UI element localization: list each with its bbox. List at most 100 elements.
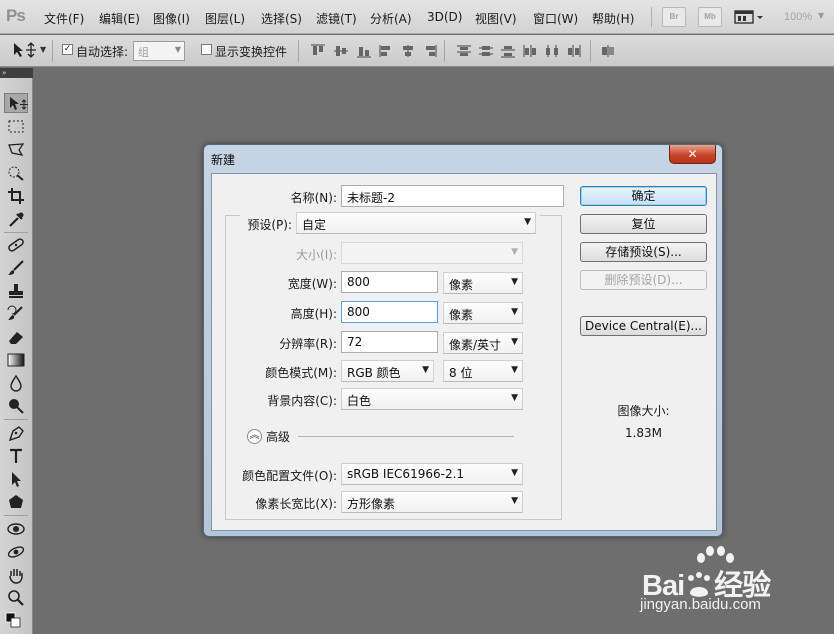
image-size-label: 图像大小:	[617, 404, 670, 418]
advanced-label[interactable]: 高级	[266, 428, 290, 445]
bridge-button[interactable]: Br	[662, 7, 686, 27]
device-central-button[interactable]: Device Central(E)...	[580, 316, 707, 336]
show-transform-label: 显示变换控件	[215, 45, 288, 59]
show-transform-checkbox[interactable]	[201, 44, 212, 55]
baidu-jingyan-watermark: Bai 经验 jingyan.baidu.com	[640, 544, 830, 630]
dialog-title: 新建	[211, 153, 236, 167]
zoom-tool-icon[interactable]	[4, 588, 28, 608]
menu-view[interactable]: 视图(V)	[475, 10, 517, 27]
color-swatches-icon[interactable]	[4, 611, 28, 631]
tools-panel-collapse-icon[interactable]: »	[0, 68, 33, 78]
menu-analysis[interactable]: 分析(A)	[370, 10, 412, 27]
size-label: 大小(I):	[296, 248, 337, 262]
type-tool-icon[interactable]	[4, 446, 28, 466]
tools-panel: »	[0, 68, 33, 634]
screen-mode-icon[interactable]	[734, 9, 764, 25]
resolution-unit-select[interactable]: 像素/英寸 ▼	[443, 332, 523, 354]
auto-select-checkbox[interactable]: ✓	[62, 44, 73, 55]
chevron-up-icon[interactable]: ︽	[247, 429, 262, 444]
width-input[interactable]: 800	[341, 271, 438, 293]
bit-depth-select[interactable]: 8 位 ▼	[443, 360, 523, 382]
healing-brush-tool-icon[interactable]	[4, 235, 28, 255]
color-mode-select[interactable]: RGB 颜色 ▼	[341, 360, 434, 382]
lasso-tool-icon[interactable]	[4, 140, 28, 160]
align-left-icon[interactable]	[378, 44, 394, 58]
preset-value: 自定	[302, 218, 327, 232]
menu-filter[interactable]: 滤镜(T)	[316, 10, 357, 27]
chevron-down-icon[interactable]: ▼	[818, 11, 824, 20]
save-preset-button[interactable]: 存储预设(S)...	[580, 242, 707, 262]
color-mode-value: RGB 颜色	[347, 366, 401, 380]
image-size-value: 1.83M	[624, 426, 663, 440]
width-unit-select[interactable]: 像素 ▼	[443, 272, 523, 294]
distribute-bottom-icon[interactable]	[500, 44, 516, 58]
height-input[interactable]: 800	[341, 301, 438, 323]
path-selection-tool-icon[interactable]	[4, 469, 28, 489]
menu-image[interactable]: 图像(I)	[153, 10, 190, 27]
menu-edit[interactable]: 编辑(E)	[99, 10, 140, 27]
distribute-left-icon[interactable]	[522, 44, 538, 58]
mini-bridge-button[interactable]: Mb	[698, 7, 722, 27]
pen-tool-icon[interactable]	[4, 423, 28, 443]
menu-window[interactable]: 窗口(W)	[533, 10, 578, 27]
crop-tool-icon[interactable]	[4, 186, 28, 206]
close-button[interactable]: ✕	[669, 145, 716, 164]
reset-button[interactable]: 复位	[580, 214, 707, 234]
menu-help[interactable]: 帮助(H)	[592, 10, 634, 27]
height-unit-select[interactable]: 像素 ▼	[443, 302, 523, 324]
marquee-tool-icon[interactable]	[4, 117, 28, 137]
distribute-horizontal-center-icon[interactable]	[544, 44, 560, 58]
distribute-top-icon[interactable]	[456, 44, 472, 58]
menu-file[interactable]: 文件(F)	[44, 10, 84, 27]
quick-selection-tool-icon[interactable]	[4, 163, 28, 183]
hand-tool-icon[interactable]	[4, 565, 28, 585]
shape-tool-icon[interactable]	[4, 492, 28, 512]
advanced-divider	[298, 436, 514, 437]
eraser-tool-icon[interactable]	[4, 327, 28, 347]
toolbar-separator	[4, 515, 28, 516]
menu-3d[interactable]: 3D(D)	[427, 10, 462, 24]
bit-depth-value: 8 位	[449, 366, 473, 380]
distribute-right-icon[interactable]	[566, 44, 582, 58]
auto-align-layers-icon[interactable]	[600, 44, 616, 58]
height-unit-value: 像素	[449, 308, 474, 322]
color-profile-select[interactable]: sRGB IEC61966-2.1 ▼	[341, 463, 523, 485]
blur-tool-icon[interactable]	[4, 373, 28, 393]
chevron-down-icon[interactable]: ▼	[40, 45, 46, 54]
distribute-vertical-center-icon[interactable]	[478, 44, 494, 58]
width-unit-value: 像素	[449, 278, 474, 292]
new-document-dialog: 新建 ✕ 名称(N): 未标题-2 预设(P): 自定 ▼ 大小(I): ▼ 宽…	[203, 144, 723, 537]
preset-label: 预设(P):	[247, 218, 292, 232]
gradient-tool-icon[interactable]	[4, 350, 28, 370]
align-right-icon[interactable]	[422, 44, 438, 58]
width-label: 宽度(W):	[287, 277, 337, 291]
name-input[interactable]: 未标题-2	[341, 185, 564, 207]
background-select[interactable]: 白色 ▼	[341, 388, 523, 410]
dodge-tool-icon[interactable]	[4, 396, 28, 416]
brush-tool-icon[interactable]	[4, 258, 28, 278]
3d-rotate-tool-icon[interactable]	[4, 519, 28, 539]
pixel-aspect-value: 方形像素	[347, 497, 396, 511]
menu-layer[interactable]: 图层(L)	[205, 10, 245, 27]
zoom-level[interactable]: 100%	[784, 11, 812, 23]
chevron-down-icon: ▼	[511, 496, 518, 506]
clone-stamp-tool-icon[interactable]	[4, 281, 28, 301]
eyedropper-tool-icon[interactable]	[4, 209, 28, 229]
preset-select[interactable]: 自定 ▼	[296, 212, 536, 234]
move-tool-preset-icon[interactable]	[12, 41, 36, 63]
align-bottom-icon[interactable]	[356, 44, 372, 58]
resolution-input[interactable]: 72	[341, 331, 438, 353]
ok-button[interactable]: 确定	[580, 186, 707, 206]
align-horizontal-center-icon[interactable]	[400, 44, 416, 58]
menu-separator	[651, 7, 652, 27]
pixel-aspect-select[interactable]: 方形像素 ▼	[341, 491, 523, 513]
3d-orbit-tool-icon[interactable]	[4, 542, 28, 562]
auto-select-target-select[interactable]: 组 ▼	[133, 41, 185, 61]
align-top-icon[interactable]	[310, 44, 326, 58]
menu-select[interactable]: 选择(S)	[261, 10, 302, 27]
history-brush-tool-icon[interactable]	[4, 304, 28, 324]
move-tool-icon[interactable]	[4, 93, 28, 113]
photoshop-logo: Ps	[6, 6, 26, 25]
align-vertical-center-icon[interactable]	[333, 44, 349, 58]
background-label: 背景内容(C):	[267, 394, 337, 408]
